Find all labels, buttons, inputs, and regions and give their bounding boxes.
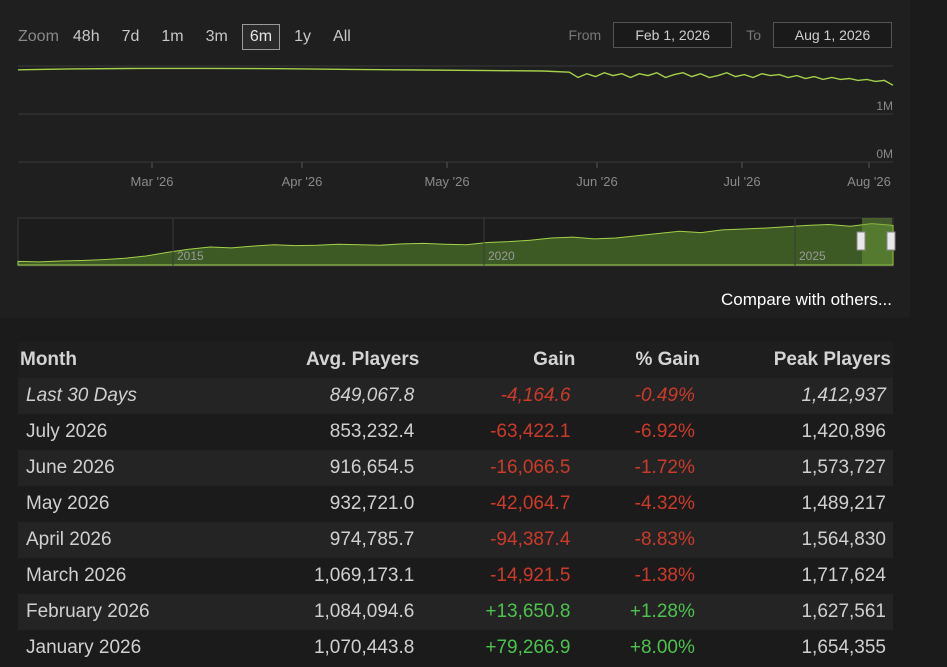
avg-players-cell: 974,785.7: [236, 522, 422, 558]
gain-cell: -16,066.5: [421, 450, 578, 486]
navigator-chart[interactable]: 2015 2020 2025: [0, 212, 910, 272]
navigator-label-2015: 2015: [177, 249, 204, 263]
zoom-button-1y[interactable]: 1y: [286, 24, 319, 50]
peak-players-cell: 1,489,217: [701, 486, 893, 522]
header-avg-players[interactable]: Avg. Players: [236, 342, 422, 378]
avg-players-cell: 1,084,094.6: [236, 594, 422, 630]
x-tick-label-may: May '26: [424, 174, 469, 189]
peak-players-cell: 1,654,355: [701, 630, 893, 666]
month-cell: Last 30 Days: [18, 378, 237, 414]
y-tick-label-1m: 1M: [876, 99, 893, 113]
peak-players-cell: 1,717,624: [701, 558, 893, 594]
pct-gain-cell: +1.28%: [577, 594, 702, 630]
main-line-chart[interactable]: 1M 0M Mar '26 Apr '26 May '26 Jun '26 Ju…: [0, 56, 910, 196]
header-month[interactable]: Month: [18, 342, 237, 378]
avg-players-cell: 1,069,173.1: [236, 558, 422, 594]
table-row: March 2026 1,069,173.1 -14,921.5 -1.38% 1,71…: [18, 558, 893, 594]
pct-gain-cell: -1.38%: [577, 558, 702, 594]
pct-gain-cell: -1.72%: [577, 450, 702, 486]
navigator-label-2025: 2025: [799, 249, 826, 263]
month-cell: February 2026: [18, 594, 237, 630]
navigator-label-2020: 2020: [488, 249, 515, 263]
table-row: June 2026 916,654.5 -16,066.5 -1.72% 1,573,7…: [18, 450, 893, 486]
table-row: Last 30 Days 849,067.8 -4,164.6 -0.49% 1,412…: [18, 378, 893, 414]
x-tick-label-apr: Apr '26: [282, 174, 323, 189]
to-date-input[interactable]: Aug 1, 2026: [773, 22, 892, 48]
players-series-line: [17, 67, 894, 86]
navigator-handle-right[interactable]: [886, 231, 896, 251]
month-cell: June 2026: [18, 450, 237, 486]
peak-players-cell: 1,412,937: [701, 378, 893, 414]
zoom-button-6m[interactable]: 6m: [241, 24, 281, 50]
x-tick-label-jun: Jun '26: [576, 174, 618, 189]
table-row: May 2026 932,721.0 -42,064.7 -4.32% 1,489,21…: [18, 486, 893, 522]
header-pct-gain[interactable]: % Gain: [577, 342, 702, 378]
month-cell: April 2026: [18, 522, 237, 558]
zoom-controls: Zoom 48h 7d 1m 3m 6m 1y All: [18, 24, 365, 50]
from-date-input[interactable]: Feb 1, 2026: [613, 22, 733, 48]
x-tick-label-jul: Jul '26: [723, 174, 760, 189]
table-row: July 2026 853,232.4 -63,422.1 -6.92% 1,420,8…: [18, 414, 893, 450]
zoom-label: Zoom: [18, 28, 59, 45]
pct-gain-cell: -0.49%: [577, 378, 702, 414]
avg-players-cell: 932,721.0: [236, 486, 422, 522]
navigator-handle-left[interactable]: [856, 231, 866, 251]
zoom-button-48h[interactable]: 48h: [65, 24, 108, 50]
x-tick-label-aug: Aug '26: [847, 174, 891, 189]
month-cell: May 2026: [18, 486, 237, 522]
zoom-button-1m[interactable]: 1m: [153, 24, 191, 50]
table-row: January 2026 1,070,443.8 +79,266.9 +8.00% 1,…: [18, 630, 893, 666]
y-tick-label-0m: 0M: [876, 147, 893, 161]
avg-players-cell: 849,067.8: [236, 378, 422, 414]
peak-players-cell: 1,564,830: [701, 522, 893, 558]
compare-with-others-link[interactable]: Compare with others...: [721, 290, 892, 310]
gain-cell: -63,422.1: [421, 414, 578, 450]
peak-players-cell: 1,627,561: [701, 594, 893, 630]
gain-cell: -94,387.4: [421, 522, 578, 558]
header-gain[interactable]: Gain: [421, 342, 578, 378]
gain-cell: -42,064.7: [421, 486, 578, 522]
peak-players-cell: 1,420,896: [701, 414, 893, 450]
to-label: To: [746, 27, 761, 43]
zoom-button-3m[interactable]: 3m: [198, 24, 236, 50]
table-row: February 2026 1,084,094.6 +13,650.8 +1.28% 1…: [18, 594, 893, 630]
month-cell: July 2026: [18, 414, 237, 450]
zoom-button-7d[interactable]: 7d: [114, 24, 148, 50]
month-cell: January 2026: [18, 630, 237, 666]
chart-panel: Zoom 48h 7d 1m 3m 6m 1y All From Feb 1, …: [0, 0, 910, 318]
date-range: From Feb 1, 2026 To Aug 1, 2026: [569, 22, 892, 48]
gain-cell: -14,921.5: [421, 558, 578, 594]
table-header-row: Month Avg. Players Gain % Gain Peak Play…: [18, 342, 893, 378]
month-cell: March 2026: [18, 558, 237, 594]
pct-gain-cell: -4.32%: [577, 486, 702, 522]
avg-players-cell: 1,070,443.8: [236, 630, 422, 666]
pct-gain-cell: -8.83%: [577, 522, 702, 558]
header-peak-players[interactable]: Peak Players: [701, 342, 893, 378]
avg-players-cell: 916,654.5: [236, 450, 422, 486]
gain-cell: +79,266.9: [421, 630, 578, 666]
table-row: April 2026 974,785.7 -94,387.4 -8.83% 1,564,…: [18, 522, 893, 558]
pct-gain-cell: +8.00%: [577, 630, 702, 666]
pct-gain-cell: -6.92%: [577, 414, 702, 450]
zoom-button-all[interactable]: All: [325, 24, 359, 50]
peak-players-cell: 1,573,727: [701, 450, 893, 486]
from-label: From: [568, 27, 602, 43]
monthly-players-table: Month Avg. Players Gain % Gain Peak Play…: [18, 342, 893, 666]
x-tick-label-mar: Mar '26: [131, 174, 174, 189]
gain-cell: -4,164.6: [421, 378, 578, 414]
gain-cell: +13,650.8: [421, 594, 578, 630]
avg-players-cell: 853,232.4: [236, 414, 422, 450]
